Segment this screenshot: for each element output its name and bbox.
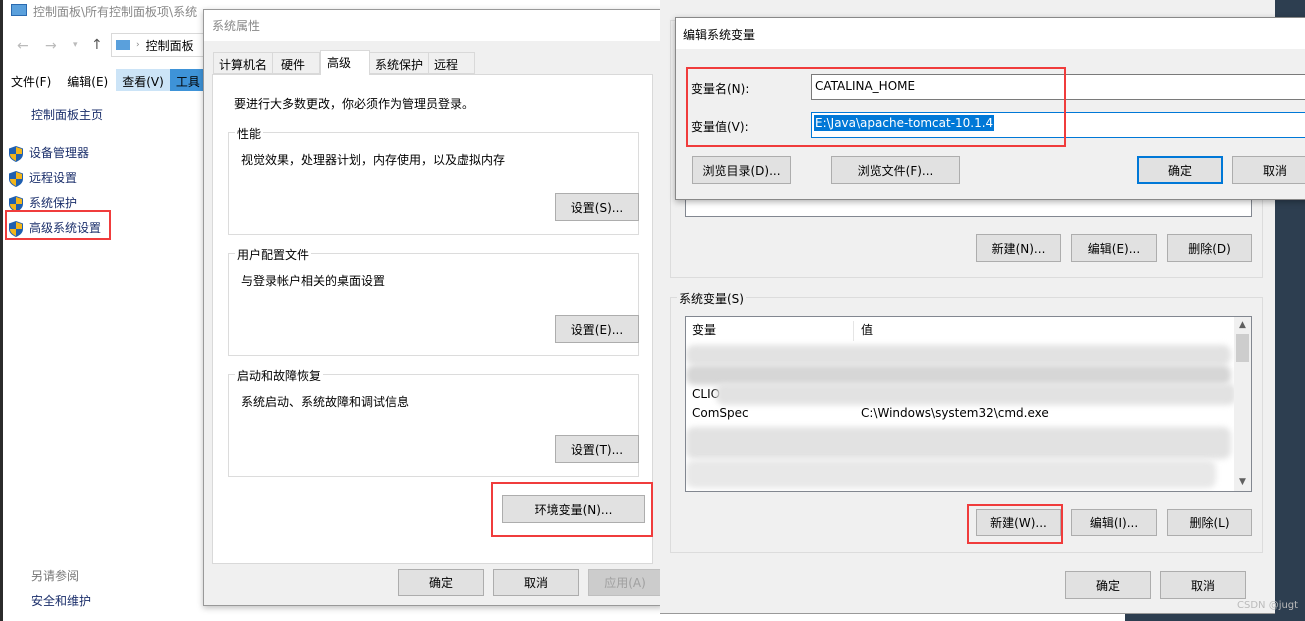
see-also-label: 另请参阅 — [31, 569, 80, 583]
scrollbar[interactable]: ▲ ▼ — [1234, 317, 1251, 491]
performance-settings-button[interactable]: 设置(S)... — [555, 193, 639, 221]
tab-hardware[interactable]: 硬件 — [273, 52, 321, 74]
group-description: 系统启动、系统故障和调试信息 — [241, 395, 410, 409]
startup-recovery-group: 启动和故障恢复 系统启动、系统故障和调试信息 设置(T)... — [228, 367, 639, 477]
user-profiles-group: 用户配置文件 与登录帐户相关的桌面设置 设置(E)... — [228, 246, 639, 356]
group-legend: 启动和故障恢复 — [235, 367, 324, 384]
menu-bar: 文件(F) 编辑(E) 查看(V) 工具 — [3, 69, 213, 91]
system-variables-group: 系统变量(S) 变量 值 CLIO ComSpec C:\Windows\sys… — [670, 290, 1263, 553]
chevron-right-icon: › — [136, 40, 140, 50]
apply-button[interactable]: 应用(A) — [588, 569, 662, 596]
env-cancel-button[interactable]: 取消 — [1160, 571, 1246, 599]
system-properties-dialog: 系统属性 计算机名 硬件 高级 系统保护 远程 要进行大多数更改，你必须作为管理… — [203, 9, 663, 606]
user-edit-button[interactable]: 编辑(E)... — [1071, 234, 1157, 262]
cancel-button[interactable]: 取消 — [493, 569, 579, 596]
redacted-row — [686, 427, 1231, 459]
redacted-row — [716, 383, 1236, 405]
system-edit-button[interactable]: 编辑(I)... — [1071, 509, 1157, 536]
recent-chevron-icon[interactable]: ▾ — [73, 40, 78, 50]
control-panel-home-link[interactable]: 控制面板主页 — [31, 106, 103, 123]
sidebar-item-remote[interactable]: 远程设置 — [9, 166, 101, 191]
security-link[interactable]: 安全和维护 — [31, 592, 91, 609]
highlight-box — [5, 210, 111, 240]
window-title: 控制面板\所有控制面板项\系统 — [33, 5, 198, 19]
row-value[interactable]: C:\Windows\system32\cmd.exe — [861, 406, 1049, 420]
group-description: 视觉效果，处理器计划，内存使用，以及虚拟内存 — [241, 153, 506, 167]
tab-system-protection[interactable]: 系统保护 — [370, 52, 430, 74]
row-variable[interactable]: ComSpec — [692, 406, 749, 420]
admin-note: 要进行大多数更改，你必须作为管理员登录。 — [234, 97, 475, 111]
scroll-up-icon[interactable]: ▲ — [1234, 317, 1251, 334]
back-button[interactable]: ← — [17, 38, 29, 54]
redacted-row — [686, 345, 1231, 365]
edit-system-variable-dialog: 编辑系统变量 变量名(N): CATALINA_HOME 变量值(V): E:\… — [675, 17, 1305, 200]
browse-file-button[interactable]: 浏览文件(F)... — [831, 156, 960, 184]
dialog-title: 系统属性 — [204, 10, 662, 41]
shield-icon — [9, 146, 23, 162]
breadcrumb: 控制面板 — [145, 38, 194, 53]
highlight-box — [967, 504, 1063, 544]
ok-button[interactable]: 确定 — [398, 569, 484, 596]
system-variables-list: 变量 值 CLIO ComSpec C:\Windows\system32\cm… — [685, 316, 1252, 492]
edit-ok-button[interactable]: 确定 — [1137, 156, 1223, 184]
tab-bar: 计算机名 硬件 高级 系统保护 远程 — [213, 50, 476, 75]
control-panel-window: 控制面板\所有控制面板项\系统 ← → ▾ ↑ › 控制面板 文件(F) 编辑(… — [0, 0, 216, 621]
column-header-variable[interactable]: 变量 — [692, 321, 854, 341]
menu-file[interactable]: 文件(F) — [3, 69, 59, 91]
profile-settings-button[interactable]: 设置(E)... — [555, 315, 639, 343]
sidebar-item-device-manager[interactable]: 设备管理器 — [9, 141, 101, 166]
group-description: 与登录帐户相关的桌面设置 — [241, 274, 386, 288]
watermark: CSDN @jugt — [1237, 600, 1299, 611]
user-new-button[interactable]: 新建(N)... — [976, 234, 1061, 262]
group-legend: 性能 — [235, 125, 264, 142]
column-header-value[interactable]: 值 — [861, 321, 873, 338]
tab-remote[interactable]: 远程 — [429, 52, 476, 74]
tab-panel: 要进行大多数更改，你必须作为管理员登录。 性能 视觉效果，处理器计划，内存使用，… — [212, 74, 653, 564]
menu-view[interactable]: 查看(V) — [116, 69, 170, 91]
shield-icon — [9, 171, 23, 187]
group-legend: 用户配置文件 — [235, 246, 312, 263]
redacted-row — [686, 460, 1216, 488]
group-legend: 系统变量(S) — [677, 290, 746, 307]
performance-group: 性能 视觉效果，处理器计划，内存使用，以及虚拟内存 设置(S)... — [228, 125, 639, 235]
edit-cancel-button[interactable]: 取消 — [1232, 156, 1305, 184]
startup-settings-button[interactable]: 设置(T)... — [555, 435, 639, 463]
highlight-box — [686, 67, 1066, 147]
tab-advanced[interactable]: 高级 — [320, 50, 371, 75]
env-ok-button[interactable]: 确定 — [1065, 571, 1151, 599]
system-delete-button[interactable]: 删除(L) — [1167, 509, 1252, 536]
up-button[interactable]: ↑ — [91, 37, 103, 53]
monitor-icon — [116, 40, 130, 50]
menu-edit[interactable]: 编辑(E) — [59, 69, 116, 91]
monitor-icon — [11, 4, 27, 16]
forward-button[interactable]: → — [45, 38, 57, 54]
scroll-down-icon[interactable]: ▼ — [1234, 474, 1251, 491]
dialog-title: 编辑系统变量 — [676, 18, 1305, 49]
scroll-thumb[interactable] — [1236, 334, 1249, 362]
redacted-row — [686, 365, 1231, 385]
address-bar[interactable]: › 控制面板 — [111, 33, 216, 57]
highlight-box — [491, 482, 653, 537]
browse-directory-button[interactable]: 浏览目录(D)... — [692, 156, 791, 184]
user-delete-button[interactable]: 删除(D) — [1167, 234, 1252, 262]
tab-computer-name[interactable]: 计算机名 — [213, 52, 274, 74]
